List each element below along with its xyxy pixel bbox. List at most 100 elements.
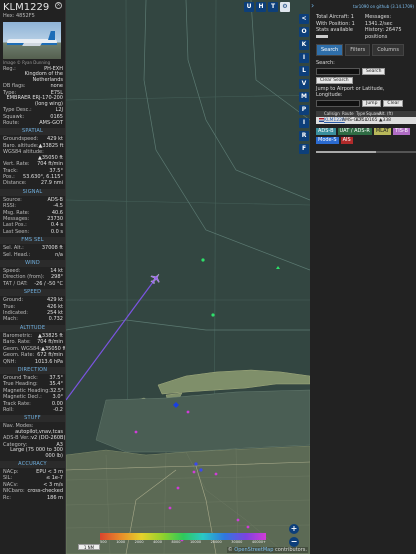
search-input[interactable]: [316, 68, 360, 75]
settings-gear-icon[interactable]: ⚙: [280, 2, 290, 12]
github-link[interactable]: tar1090 on github (3.14.1709): [353, 4, 414, 9]
section-fms-sel: FMS SEL: [0, 237, 65, 245]
map-view[interactable]: U H T ⚙ < O K I L V M P I R F + − 500 100…: [66, 0, 310, 554]
source-legend: ADS-B UAT / ADS-R MLAT TIS-B Mode-S AIS: [316, 128, 416, 144]
info-row: QNH: 1013.6 hPa: [0, 359, 65, 365]
info-key: Distance:: [3, 180, 27, 187]
map-canvas[interactable]: [66, 0, 310, 554]
altitude-label: 4000: [153, 540, 162, 544]
stats-available-link[interactable]: Stats available: [316, 27, 361, 34]
side-button-r[interactable]: R: [299, 131, 309, 141]
legend-mlat[interactable]: MLAT: [373, 128, 392, 135]
info-value: 1013.6 hPa: [34, 358, 63, 365]
info-key: QNH:: [3, 358, 17, 365]
clear-jump-button[interactable]: Clear: [383, 100, 404, 107]
section-wind: WIND: [0, 260, 65, 268]
info-key: Route:: [3, 120, 20, 127]
jump-button[interactable]: Jump: [362, 100, 382, 107]
section-speed: SPEED: [0, 289, 65, 297]
aircraft-callsign: KLM1229: [3, 2, 50, 13]
altitude-label: 2000: [134, 540, 144, 544]
cell-type: E75L: [356, 118, 368, 123]
info-row: Rc: 186 m: [0, 495, 65, 501]
app-root: KLM1229 Hex: 4852F5 × Image © Ryan Dunni…: [0, 0, 416, 554]
map-attribution: © OpenStreetMap contributors.: [226, 547, 308, 553]
flight-track: [66, 277, 157, 401]
tab-columns[interactable]: Columns: [372, 44, 404, 56]
altitude-label: 500: [100, 540, 107, 544]
table-scrollbar[interactable]: [316, 151, 416, 153]
table-body: KLM1229 AMS-GOT E75L 0165 ▲338: [316, 117, 416, 124]
side-button-i[interactable]: I: [299, 53, 309, 63]
side-button-i2[interactable]: I: [299, 118, 309, 128]
cell-callsign[interactable]: KLM1229: [322, 117, 345, 124]
search-button[interactable]: Search: [362, 68, 386, 75]
side-button-k[interactable]: K: [299, 40, 309, 50]
info-value: Large (75 000 to 300 000 lb): [10, 447, 63, 459]
info-value: 186 m: [46, 494, 63, 501]
osm-link[interactable]: OpenStreetMap: [234, 547, 273, 553]
aircraft-marker[interactable]: [148, 271, 163, 286]
collapse-panel-icon[interactable]: ›: [311, 2, 318, 10]
clear-search-button[interactable]: Clear Search: [316, 77, 353, 84]
side-button-v[interactable]: V: [299, 79, 309, 89]
table-row[interactable]: KLM1229 AMS-GOT E75L 0165 ▲338: [316, 117, 416, 124]
aircraft-photo[interactable]: [3, 22, 61, 59]
aircraft-info-panel: KLM1229 Hex: 4852F5 × Image © Ryan Dunni…: [0, 0, 66, 554]
legend-uat-ads-r[interactable]: UAT / ADS-R: [337, 128, 372, 135]
toggle-u-button[interactable]: U: [244, 2, 254, 12]
section-spatial: SPATIAL: [0, 128, 65, 136]
side-button-f[interactable]: F: [299, 144, 309, 154]
side-button-o[interactable]: O: [299, 27, 309, 37]
info-key: TAT / OAT:: [3, 280, 28, 287]
legend-ads-b[interactable]: ADS-B: [316, 128, 336, 135]
legend-mode-s[interactable]: Mode-S: [316, 137, 339, 144]
panel-tabs: Search Filters Columns: [316, 44, 410, 56]
aircraft-hex: Hex: 4852F5: [3, 13, 35, 19]
search-area: Search: Search Clear Search Jump to Airp…: [316, 60, 410, 107]
info-row: Sel. Head.: n/a: [0, 252, 65, 258]
info-value: -26 / -50 °C: [34, 280, 63, 287]
search-label: Search:: [316, 60, 335, 66]
tab-filters[interactable]: Filters: [345, 44, 371, 56]
stats-bar: [316, 34, 328, 38]
info-row: Last Seen: 0.0 s: [0, 229, 65, 235]
altitude-label: 8000: [171, 540, 181, 544]
messages-rate: Messages: 1341.2/sec: [364, 14, 393, 27]
map-side-controls: < O K I L V M P I R F: [299, 14, 309, 157]
stats-block: Total Aircraft: 1 With Position: 1 Stats…: [310, 12, 416, 40]
jump-input[interactable]: [316, 100, 360, 107]
tab-search[interactable]: Search: [316, 44, 344, 56]
photo-credit: Image © Ryan Dunning: [3, 60, 51, 65]
info-value: n/a: [55, 251, 63, 258]
legend-ais[interactable]: AIS: [340, 137, 353, 144]
side-button-back[interactable]: <: [299, 14, 309, 24]
altitude-color-legend: [100, 533, 266, 540]
cell-squawk: 0165: [366, 118, 378, 123]
section-direction: DIRECTION: [0, 366, 65, 374]
zoom-out-button[interactable]: −: [289, 537, 299, 547]
info-row: TAT / OAT: -26 / -50 °C: [0, 281, 65, 287]
cell-alt: ▲338: [379, 118, 392, 123]
info-value: 27.9 nmi: [40, 180, 63, 187]
side-button-l[interactable]: L: [299, 66, 309, 76]
altitude-label: 30000: [231, 540, 243, 544]
info-value: Kingdom of the Netherlands: [24, 71, 63, 83]
altitude-legend-labels: 500 1000 2000 4000 8000 10000 20000 30000 40000+: [100, 540, 266, 544]
close-icon[interactable]: ×: [55, 2, 62, 9]
info-key: Roll:: [3, 406, 14, 413]
altitude-label: 40000+: [251, 540, 266, 544]
section-altitude: ALTITUDE: [0, 324, 65, 332]
side-button-m[interactable]: M: [299, 92, 309, 102]
map-top-controls: U H T ⚙: [244, 2, 290, 12]
toggle-t-button[interactable]: T: [268, 2, 278, 12]
altitude-label: 1000: [116, 540, 126, 544]
legend-tis-b[interactable]: TIS-B: [393, 128, 410, 135]
info-row: Kingdom of the Netherlands: [0, 72, 65, 83]
altitude-label: 10000: [189, 540, 202, 544]
zoom-in-button[interactable]: +: [289, 524, 299, 534]
toggle-h-button[interactable]: H: [256, 2, 266, 12]
info-key: Rc:: [3, 494, 11, 501]
info-row: Large (75 000 to 300 000 lb): [0, 447, 65, 459]
side-button-p[interactable]: P: [299, 105, 309, 115]
